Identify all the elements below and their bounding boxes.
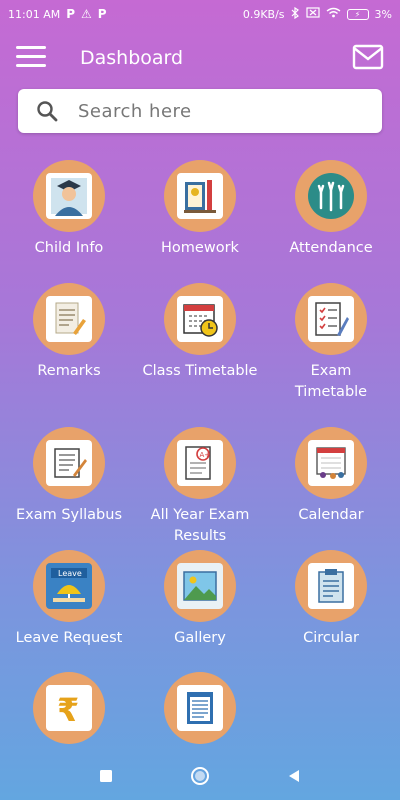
- tile-homework[interactable]: Homework: [135, 160, 265, 259]
- system-nav-bar: [0, 752, 400, 800]
- tile-label: All Year Exam Results: [150, 507, 250, 544]
- hamburger-icon: [16, 46, 46, 49]
- tile-calendar[interactable]: Calendar: [266, 427, 396, 526]
- square-icon: [100, 770, 112, 782]
- tile-circle: [295, 427, 367, 499]
- tile-remarks[interactable]: Remarks: [4, 283, 134, 382]
- warning-icon: ⚠: [81, 7, 92, 21]
- tile-gallery[interactable]: Gallery: [135, 550, 265, 649]
- back-triangle-icon: [289, 770, 299, 782]
- tile-circle: Leave: [33, 550, 105, 622]
- hamburger-icon: [16, 64, 46, 67]
- tile-receipt[interactable]: [135, 672, 265, 744]
- raised-hands-icon: [308, 173, 354, 219]
- tile-label: Exam Syllabus: [15, 507, 123, 523]
- svg-text:A+: A+: [200, 451, 211, 459]
- status-bar: 11:01 AM P ⚠ P 0.9KB/s ⚡ 3%: [0, 0, 400, 28]
- document-pencil-icon: [46, 296, 92, 342]
- mail-icon: [352, 44, 384, 70]
- network-speed: 0.9KB/s: [242, 7, 285, 21]
- back-button[interactable]: [282, 764, 306, 788]
- calendar-people-icon: [308, 440, 354, 486]
- tile-circle: [164, 283, 236, 355]
- tile-fees[interactable]: ₹: [4, 672, 134, 744]
- tile-circle: [295, 550, 367, 622]
- hamburger-icon: [16, 55, 46, 58]
- picture-icon: [177, 563, 223, 609]
- search-icon: [37, 101, 58, 122]
- tile-label: Leave Request: [15, 630, 123, 646]
- mail-button[interactable]: [352, 44, 384, 70]
- tile-attendance[interactable]: Attendance: [266, 160, 396, 259]
- tile-label: Remarks: [37, 363, 101, 379]
- leave-umbrella-icon: Leave: [46, 563, 92, 609]
- tile-label: Calendar: [298, 507, 364, 523]
- tile-exam-syllabus[interactable]: Exam Syllabus: [4, 427, 134, 526]
- receipt-icon: [177, 685, 223, 731]
- tile-all-year-exam-results[interactable]: A+ All Year Exam Results: [135, 427, 265, 547]
- tile-circle: [33, 283, 105, 355]
- status-time: 11:01 AM: [8, 7, 61, 21]
- battery-level: 3%: [374, 7, 392, 21]
- tile-label: Homework: [161, 240, 239, 256]
- homework-books-icon: [177, 173, 223, 219]
- tile-label: Class Timetable: [142, 363, 258, 379]
- tile-circle: [164, 550, 236, 622]
- home-button[interactable]: [188, 764, 212, 788]
- tile-circle: [164, 160, 236, 232]
- menu-button[interactable]: [16, 46, 46, 68]
- svg-text:₹: ₹: [57, 691, 79, 728]
- wifi-icon: [326, 7, 341, 21]
- syllabus-scroll-icon: [46, 440, 92, 486]
- student-avatar-icon: [46, 173, 92, 219]
- status-right: 0.9KB/s ⚡ 3%: [242, 6, 392, 22]
- app-bar: Dashboard: [0, 28, 400, 88]
- tile-label: Attendance: [289, 240, 373, 256]
- leave-badge: Leave: [58, 569, 82, 578]
- status-left: 11:01 AM P ⚠ P: [8, 7, 107, 21]
- sim-off-icon: [305, 7, 320, 21]
- tile-circle: [33, 427, 105, 499]
- tile-leave-request[interactable]: Leave Leave Request: [4, 550, 134, 649]
- battery-icon: ⚡: [346, 8, 369, 20]
- tile-circle: [164, 672, 236, 744]
- recents-button[interactable]: [94, 764, 118, 788]
- tile-circle: [33, 160, 105, 232]
- calendar-clock-icon: [177, 296, 223, 342]
- tile-circle: [295, 160, 367, 232]
- search-bar[interactable]: [18, 89, 382, 133]
- tile-exam-timetable[interactable]: Exam Timetable: [266, 283, 396, 403]
- notification-p-icon: P: [66, 7, 76, 21]
- tile-child-info[interactable]: Child Info: [4, 160, 134, 259]
- tile-label: Circular: [303, 630, 359, 646]
- circle-icon: [191, 767, 209, 785]
- page-title: Dashboard: [80, 47, 184, 69]
- tile-label: Gallery: [174, 630, 226, 646]
- rupee-icon: ₹: [46, 685, 92, 731]
- clipboard-icon: [308, 563, 354, 609]
- tile-circle: ₹: [33, 672, 105, 744]
- tile-label: Child Info: [34, 240, 104, 256]
- checklist-icon: [308, 296, 354, 342]
- tile-class-timetable[interactable]: Class Timetable: [135, 283, 265, 382]
- graded-paper-icon: A+: [177, 440, 223, 486]
- tile-circle: [295, 283, 367, 355]
- tile-label: Exam Timetable: [294, 363, 368, 400]
- search-input[interactable]: [78, 100, 358, 122]
- notification-p-icon: P: [97, 7, 107, 21]
- tile-circular[interactable]: Circular: [266, 550, 396, 649]
- bluetooth-icon: [291, 6, 300, 22]
- tile-circle: A+: [164, 427, 236, 499]
